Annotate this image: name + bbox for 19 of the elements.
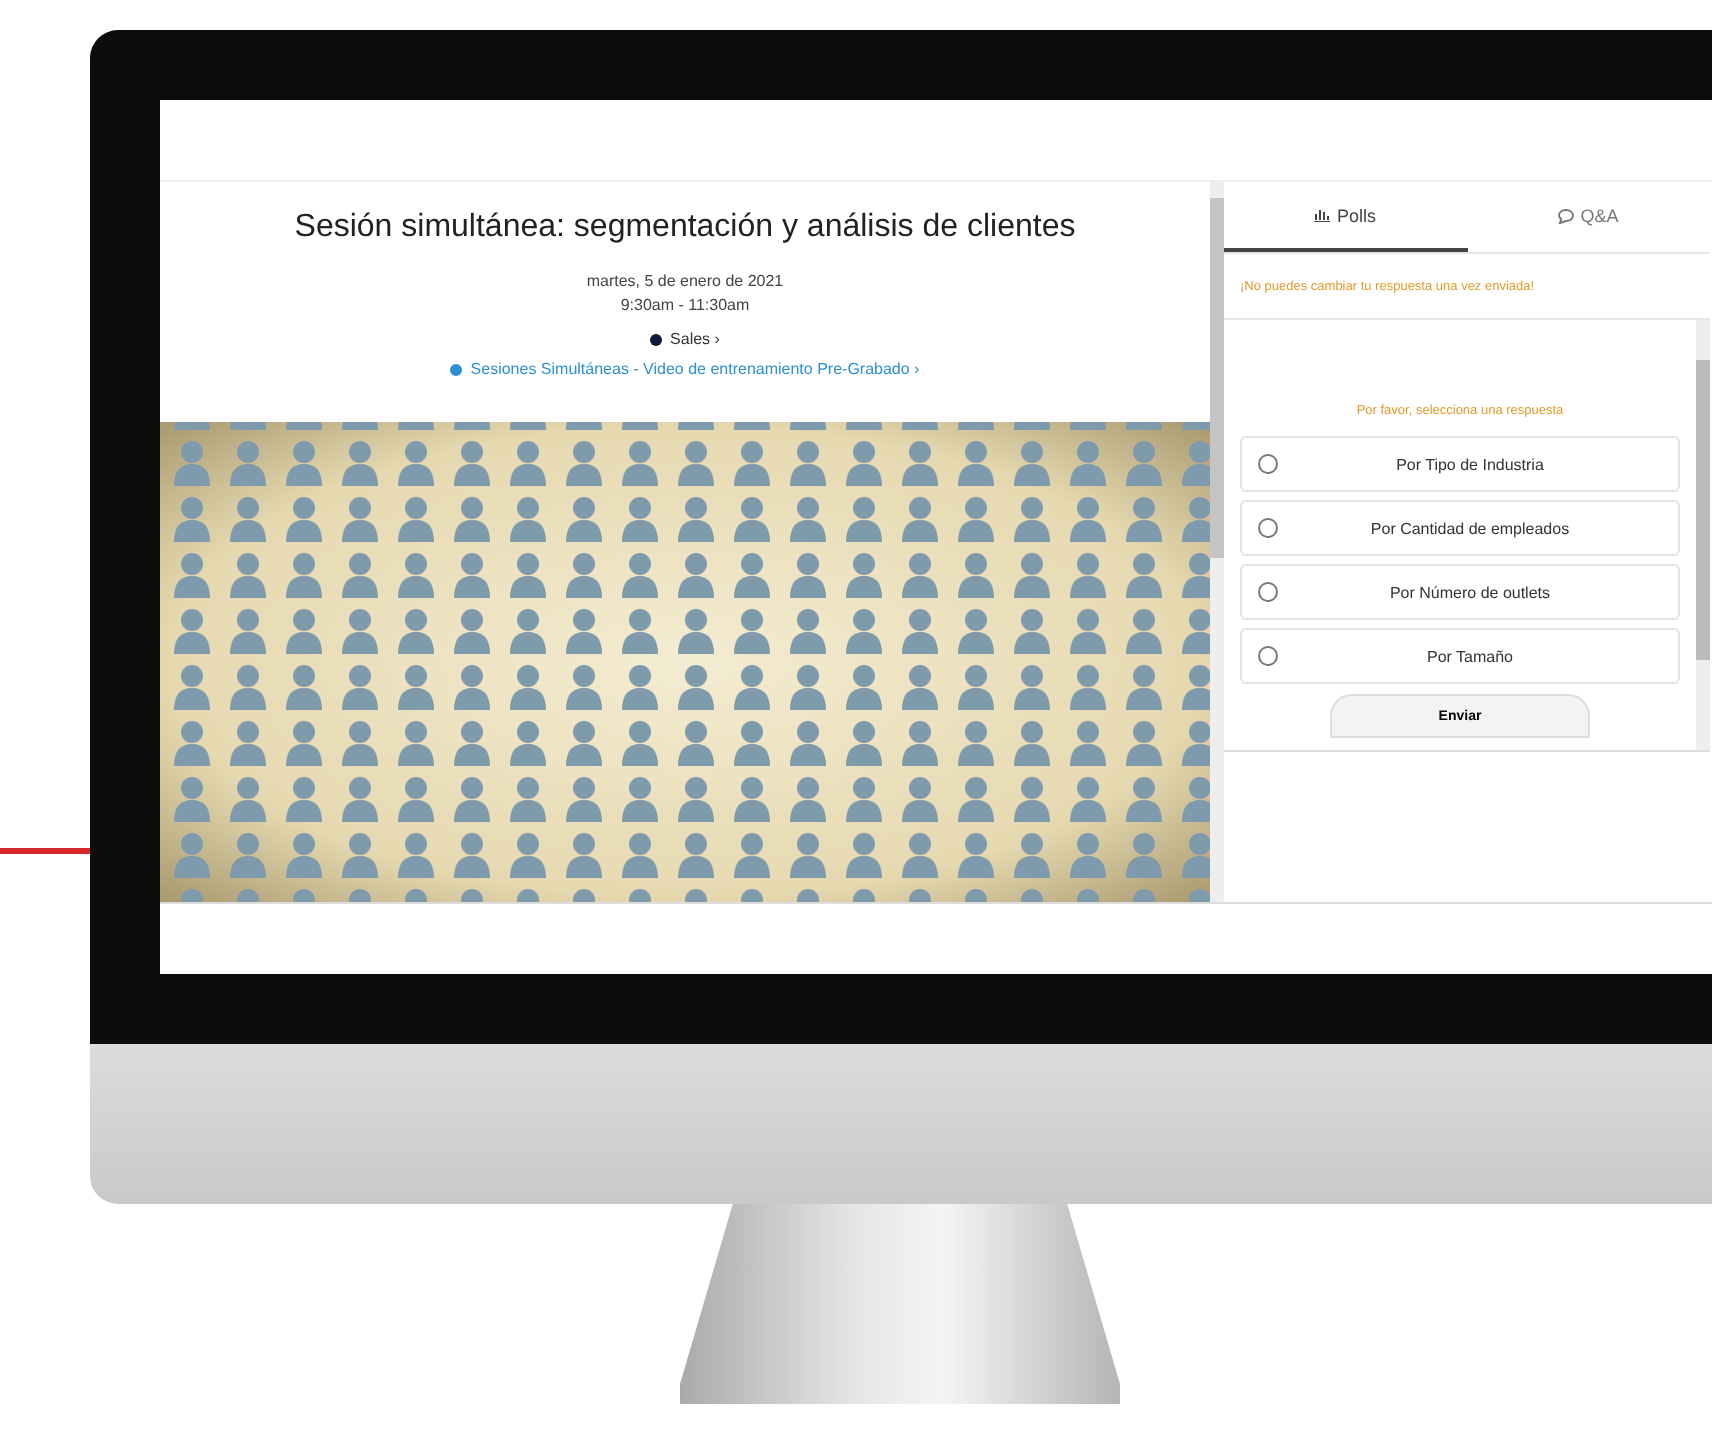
radio-button[interactable] xyxy=(1258,454,1278,474)
tag-link[interactable]: Sesiones Simultáneas - Video de entrenamiento Pre-Grabado › xyxy=(470,360,920,378)
session-title: Sesión simultánea: segmentación y análisis de clientes xyxy=(294,210,1076,246)
panel-tab[interactable]: Polls xyxy=(1224,182,1467,252)
radio-button[interactable] xyxy=(1258,582,1278,602)
poll-option[interactable]: Por Tamaño xyxy=(1240,628,1680,684)
panel-tab[interactable]: Q&A xyxy=(1467,182,1710,252)
poll-option[interactable]: Por Número de outlets xyxy=(1240,564,1680,620)
tag-link[interactable]: Sales › xyxy=(670,330,720,348)
scrollbar[interactable] xyxy=(1696,320,1710,750)
poll-option[interactable]: Por Cantidad de empleados xyxy=(1240,500,1680,556)
speech-bubble-icon xyxy=(1558,207,1575,223)
scrollbar[interactable] xyxy=(1210,182,1224,902)
poll-option[interactable]: Por Tipo de Industria xyxy=(1240,436,1680,492)
session-date: martes, 5 de enero de 2021 xyxy=(586,270,784,294)
session-time: 9:30am - 11:30am xyxy=(620,294,750,318)
radio-button[interactable] xyxy=(1258,518,1278,538)
bar-chart-icon xyxy=(1314,208,1331,222)
radio-button[interactable] xyxy=(1258,646,1278,666)
